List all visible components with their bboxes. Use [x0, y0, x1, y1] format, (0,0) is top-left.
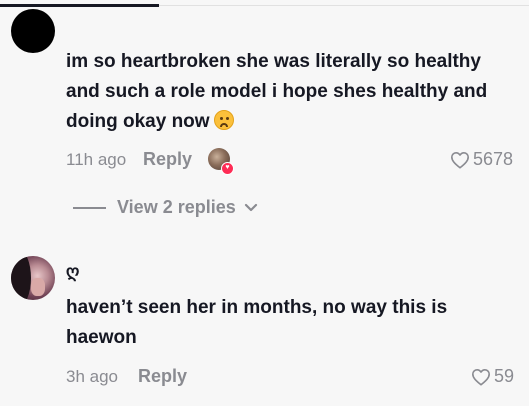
- heart-outline-icon: [451, 151, 469, 169]
- comments-panel: im so heartbroken she was literally so h…: [0, 0, 529, 406]
- comment-line: doing okay now: [66, 111, 210, 132]
- creator-liked-indicator: ♥: [208, 148, 234, 175]
- comment-text: im so heartbroken she was literally so h…: [66, 47, 487, 137]
- like-button[interactable]: 5678: [450, 149, 513, 170]
- avatar[interactable]: [11, 256, 55, 300]
- comment-text: haven’t seen her in months, no way this …: [66, 293, 447, 353]
- comment-line: haven’t seen her in months, no way this …: [66, 297, 448, 318]
- heart-outline-icon: [472, 368, 490, 386]
- username[interactable]: ღ: [66, 262, 79, 282]
- like-button[interactable]: 59: [471, 366, 514, 387]
- comment-timestamp: 11h ago: [66, 150, 127, 169]
- active-tab-indicator: [0, 4, 159, 7]
- worried-face-emoji: [213, 110, 234, 130]
- comment-line-last: doing okay now: [66, 107, 487, 137]
- chevron-down-icon: [244, 203, 257, 211]
- replies-divider: [73, 206, 106, 209]
- heart-badge-icon: ♥: [221, 162, 234, 175]
- comment-timestamp: 3h ago: [66, 367, 118, 386]
- avatar[interactable]: [11, 9, 55, 53]
- reply-button[interactable]: Reply: [138, 366, 187, 387]
- reply-button[interactable]: Reply: [143, 149, 192, 170]
- view-replies-button[interactable]: View 2 replies: [73, 197, 258, 218]
- comment-line: im so heartbroken she was literally so h…: [66, 51, 481, 72]
- like-count: 5678: [473, 149, 514, 169]
- comment-line: and such a role model i hope shes health…: [66, 81, 488, 102]
- view-replies-label: View 2 replies: [117, 197, 236, 217]
- like-count: 59: [494, 366, 515, 386]
- comment-line: haewon: [66, 327, 137, 348]
